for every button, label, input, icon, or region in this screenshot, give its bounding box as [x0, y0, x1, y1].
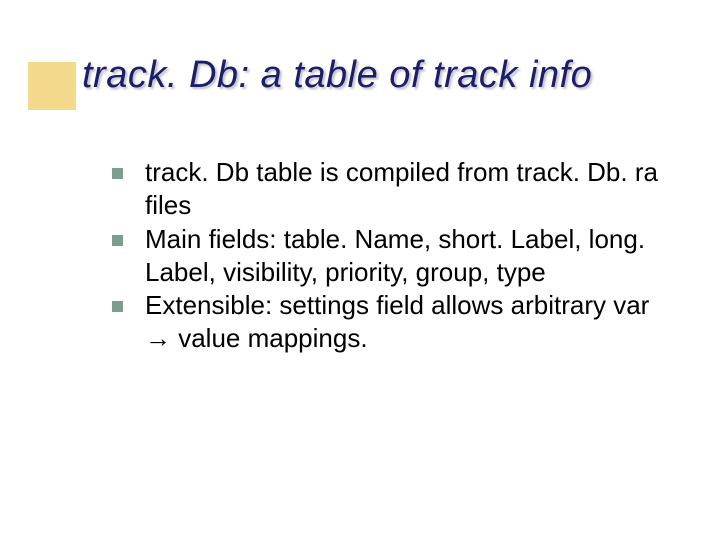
list-item: Main fields: table. Name, short. Label, … [112, 223, 672, 290]
bullet-text: track. Db table is compiled from track. … [145, 156, 672, 223]
slide-title: track. Db: a table of track info [82, 54, 592, 97]
accent-box [28, 62, 76, 110]
bullet-list: track. Db table is compiled from track. … [112, 156, 672, 356]
bullet-text: Extensible: settings field allows arbitr… [145, 289, 672, 356]
bullet-icon [112, 235, 123, 246]
list-item: track. Db table is compiled from track. … [112, 156, 672, 223]
bullet-icon [112, 168, 123, 179]
bullet-icon [112, 301, 123, 312]
bullet-text: Main fields: table. Name, short. Label, … [145, 223, 672, 290]
list-item: Extensible: settings field allows arbitr… [112, 289, 672, 356]
